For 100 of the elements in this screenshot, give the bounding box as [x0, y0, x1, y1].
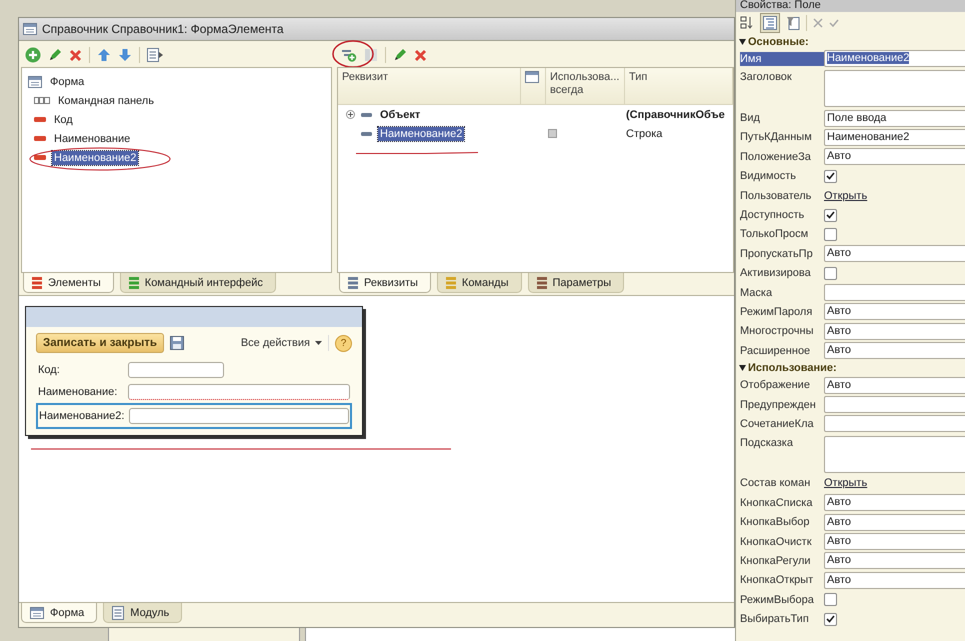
- value-field[interactable]: Авто: [824, 148, 965, 166]
- group-header: Основные:: [748, 36, 809, 48]
- value-field[interactable]: Авто: [824, 245, 965, 262]
- property-name: Маска: [740, 286, 774, 300]
- arrow-down-icon[interactable]: [118, 48, 132, 62]
- value-field[interactable]: [824, 396, 965, 414]
- property-name: Подсказка: [740, 436, 794, 450]
- help-button[interactable]: ?: [335, 334, 352, 352]
- tree-item[interactable]: Код: [52, 112, 75, 126]
- input-field[interactable]: [128, 384, 350, 400]
- value-field[interactable]: Наименование2: [824, 50, 965, 68]
- value-field[interactable]: Авто: [824, 533, 965, 550]
- delete-icon[interactable]: [414, 48, 427, 62]
- filter-icon[interactable]: [786, 16, 800, 30]
- property-name: ПоложениеЗа: [740, 150, 812, 164]
- open-link[interactable]: Открыть: [824, 190, 868, 202]
- column-header[interactable]: Реквизит: [342, 71, 516, 84]
- sort-icon[interactable]: [740, 16, 754, 30]
- value-field[interactable]: Наименование2: [824, 128, 965, 146]
- value-field[interactable]: Авто: [824, 514, 965, 531]
- editor-tab[interactable]: Форма: [21, 603, 98, 623]
- value-field[interactable]: Авто: [824, 572, 965, 589]
- property-name: ВыбиратьТип: [740, 612, 810, 626]
- property-name: ПутьКДанным: [740, 130, 813, 144]
- pencil-icon[interactable]: [48, 48, 62, 62]
- column-header[interactable]: Использова... всегда: [550, 71, 620, 97]
- panel-tab[interactable]: Параметры: [528, 273, 624, 293]
- property-name: СочетаниеКла: [740, 416, 815, 431]
- value-field[interactable]: Авто: [824, 494, 965, 512]
- property-name: РежимПароля: [740, 304, 814, 319]
- value-field[interactable]: Авто: [824, 552, 965, 570]
- text-area[interactable]: [824, 436, 965, 473]
- editor-tab[interactable]: Модуль: [103, 603, 182, 623]
- panel-title: Свойства: Поле: [736, 0, 965, 12]
- property-name: ТолькоПросм: [740, 227, 810, 242]
- dash-icon: [361, 132, 372, 136]
- list-arrow-icon[interactable]: [147, 48, 163, 62]
- property-name: Активизирова: [740, 266, 812, 280]
- annotation-ellipse: [331, 39, 375, 69]
- type-cell: (СправочникОбъе: [626, 108, 725, 120]
- attribute-name[interactable]: Наименование2: [378, 126, 464, 140]
- form-icon: [23, 23, 37, 35]
- input-field[interactable]: [129, 408, 349, 424]
- add-icon[interactable]: [25, 47, 41, 63]
- all-actions-menu[interactable]: Все действия: [240, 337, 322, 349]
- delete-icon[interactable]: [69, 48, 82, 62]
- close-icon[interactable]: [813, 18, 823, 28]
- value-field[interactable]: Авто: [824, 376, 965, 394]
- column-header[interactable]: Тип: [629, 71, 728, 84]
- checkbox[interactable]: [824, 266, 837, 280]
- tree-item[interactable]: Наименование2: [52, 150, 138, 164]
- text-area[interactable]: [824, 70, 965, 108]
- tree-item[interactable]: Форма: [48, 74, 86, 88]
- property-name: КнопкаВыбор: [740, 515, 811, 530]
- property-name: КнопкаОчистк: [740, 534, 813, 548]
- type-cell: Строка: [626, 128, 662, 140]
- dash-icon: [34, 155, 46, 160]
- property-name: КнопкаСписка: [740, 496, 814, 510]
- caret-icon: [315, 341, 322, 345]
- checkbox[interactable]: [548, 129, 557, 138]
- open-link[interactable]: Открыть: [824, 477, 868, 490]
- property-name: Пользователь: [740, 188, 812, 203]
- property-name: Вид: [740, 111, 761, 126]
- checkbox[interactable]: [824, 612, 837, 626]
- dash-icon: [361, 112, 372, 116]
- checkbox[interactable]: [824, 228, 837, 241]
- value-field[interactable]: Авто: [824, 342, 965, 360]
- panel-tab[interactable]: Реквизиты: [339, 273, 431, 293]
- panel-tab[interactable]: Элементы: [23, 273, 114, 293]
- property-name: Доступность: [740, 208, 806, 222]
- triangle-down-icon[interactable]: [739, 38, 746, 44]
- property-name: Многострочны: [740, 324, 814, 338]
- checkbox[interactable]: [824, 593, 837, 606]
- value-field[interactable]: [824, 415, 965, 432]
- value-field[interactable]: [824, 284, 965, 302]
- value-field[interactable]: Авто: [824, 303, 965, 320]
- property-name: Состав коман: [740, 476, 812, 490]
- property-name: РежимВыбора: [740, 592, 815, 607]
- arrow-up-icon[interactable]: [97, 48, 111, 62]
- save-close-button[interactable]: Записать и закрыть: [36, 333, 164, 353]
- checkbox[interactable]: [824, 170, 837, 183]
- checkmark-icon[interactable]: [829, 18, 839, 28]
- panel-tab[interactable]: Команды: [436, 273, 522, 293]
- input-field[interactable]: [128, 362, 224, 378]
- group-header: Использование:: [748, 362, 837, 374]
- value-field[interactable]: Авто: [824, 322, 965, 340]
- attribute-name[interactable]: Объект: [378, 108, 422, 122]
- tree-item[interactable]: Командная панель: [56, 94, 156, 108]
- pencil-icon[interactable]: [393, 48, 407, 62]
- categories-icon[interactable]: [763, 16, 777, 30]
- property-name: Предупрежден: [740, 398, 817, 412]
- panel-tab[interactable]: Командный интерфейс: [120, 273, 276, 293]
- checkbox[interactable]: [824, 208, 837, 222]
- value-field[interactable]: Поле ввода: [824, 110, 965, 127]
- triangle-down-icon[interactable]: [739, 364, 746, 371]
- expand-icon[interactable]: [346, 110, 355, 119]
- attribute-icon[interactable]: [364, 48, 378, 62]
- add-attribute-icon[interactable]: [341, 48, 357, 62]
- tree-item[interactable]: Наименование: [52, 132, 132, 146]
- form-icon: [30, 606, 44, 618]
